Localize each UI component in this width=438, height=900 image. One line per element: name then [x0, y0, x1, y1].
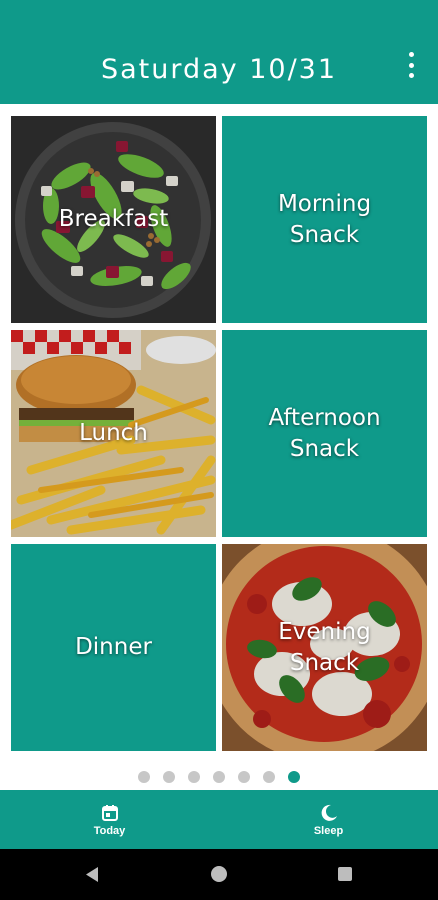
meal-label: Afternoon Snack [268, 404, 381, 462]
nav-today[interactable]: Today [0, 790, 219, 849]
page-indicator [0, 771, 438, 783]
nav-label: Today [93, 825, 126, 837]
page-dot[interactable] [138, 771, 150, 783]
page-dot[interactable] [263, 771, 275, 783]
meal-label: Dinner [75, 634, 152, 660]
page-dot[interactable] [188, 771, 200, 783]
page-dot[interactable] [288, 771, 300, 783]
more-vert-icon[interactable] [404, 52, 418, 78]
nav-label: Sleep [313, 825, 344, 837]
bottom-nav: Today Sleep [0, 790, 438, 849]
back-icon[interactable] [84, 866, 100, 883]
calendar-icon [101, 805, 118, 821]
recents-icon[interactable] [338, 867, 352, 881]
meal-grid: Breakfast Morning Snack Lunch Afternoon … [11, 116, 428, 751]
meal-label: Breakfast [58, 206, 169, 232]
moon-icon [321, 804, 337, 821]
meal-label: Morning Snack [277, 190, 372, 248]
meal-label: Lunch [79, 420, 148, 446]
page-dot[interactable] [213, 771, 225, 783]
meal-label: Evening Snack [278, 618, 371, 676]
page-title: Saturday 10/31 [100, 54, 338, 85]
meal-tile-morning-snack[interactable]: Morning Snack [222, 116, 427, 323]
nav-sleep[interactable]: Sleep [219, 790, 438, 849]
home-icon[interactable] [211, 866, 227, 882]
app-bar: Saturday 10/31 [0, 0, 438, 104]
meal-tile-lunch[interactable]: Lunch [11, 330, 216, 537]
page-dot[interactable] [163, 771, 175, 783]
meal-tile-afternoon-snack[interactable]: Afternoon Snack [222, 330, 427, 537]
meal-tile-evening-snack[interactable]: Evening Snack [222, 544, 427, 751]
page-dot[interactable] [238, 771, 250, 783]
meal-tile-breakfast[interactable]: Breakfast [11, 116, 216, 323]
system-nav-bar [0, 849, 438, 900]
meal-tile-dinner[interactable]: Dinner [11, 544, 216, 751]
